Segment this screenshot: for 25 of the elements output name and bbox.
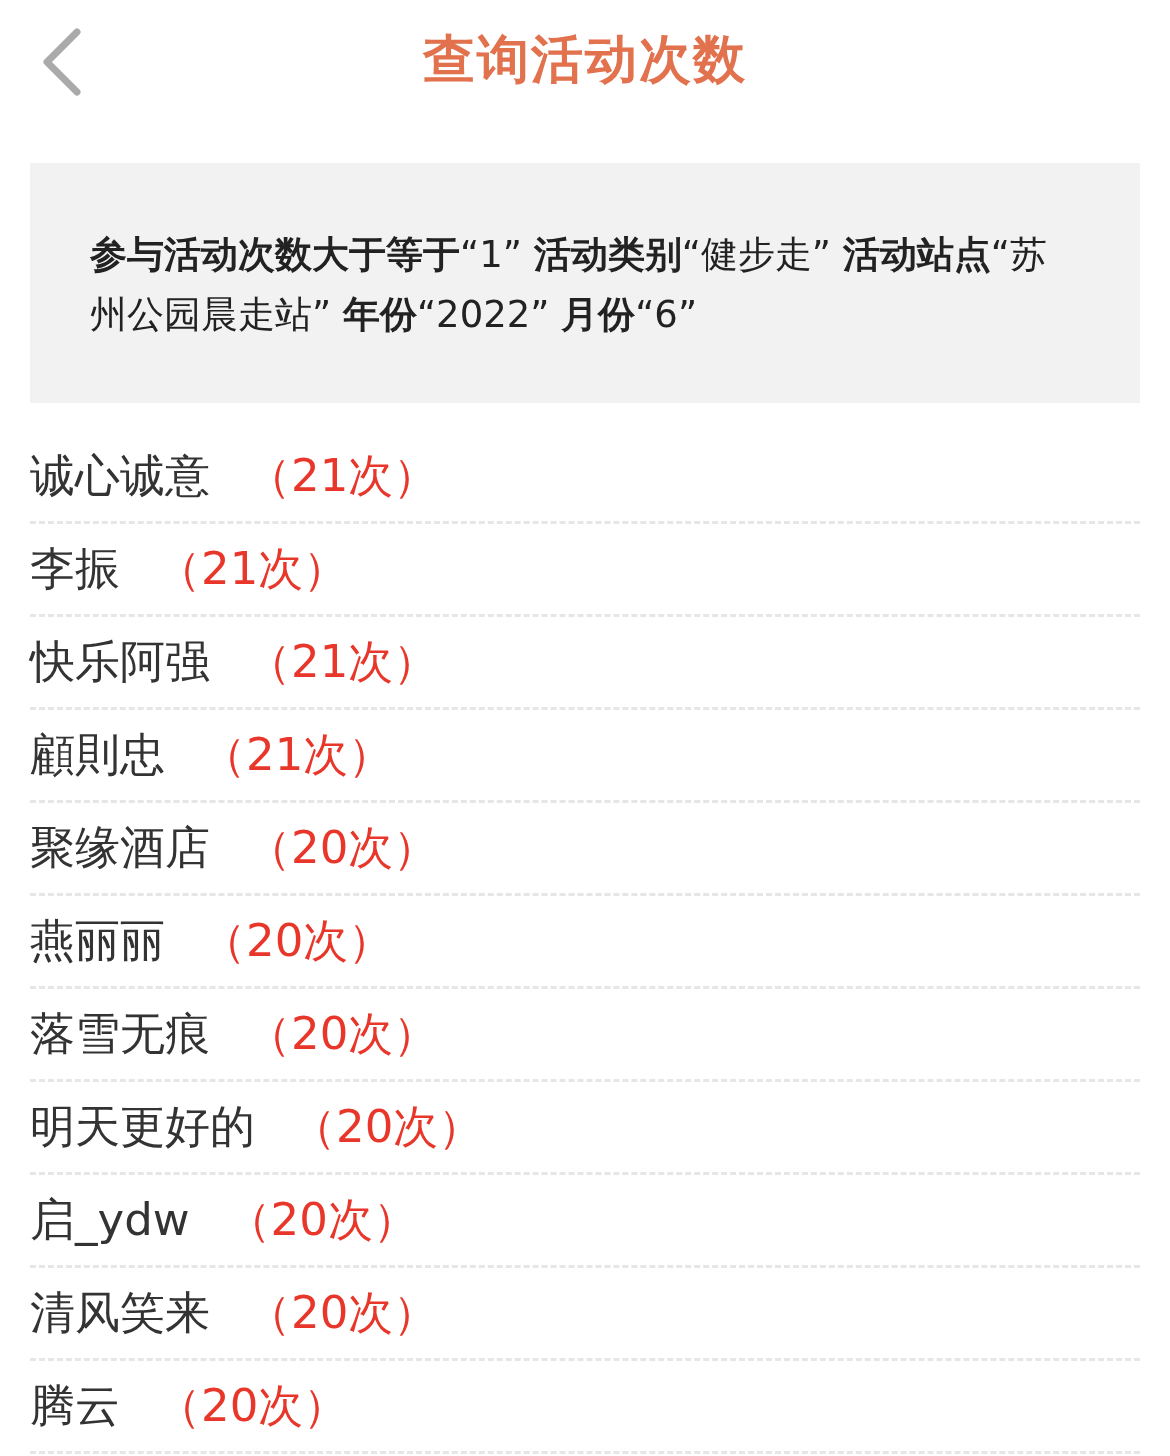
member-name: 快乐阿强	[30, 634, 210, 690]
member-name: 燕丽丽	[30, 913, 165, 969]
page-title: 查询活动次数	[423, 28, 747, 91]
member-name: 明天更好的	[30, 1099, 255, 1155]
member-name: 顧則忠	[30, 727, 165, 783]
member-name: 聚缘酒店	[30, 820, 210, 876]
activity-count: （20次）	[156, 1378, 349, 1434]
activity-count: （21次）	[246, 448, 439, 504]
member-name: 启_ydw	[30, 1192, 190, 1248]
member-name: 腾云	[30, 1378, 120, 1434]
member-name: 李振	[30, 541, 120, 597]
activity-count: （20次）	[246, 1285, 439, 1341]
member-name: 诚心诚意	[30, 448, 210, 504]
activity-count: （21次）	[201, 727, 394, 783]
activity-count: （20次）	[225, 1192, 418, 1248]
member-name: 清风笑来	[30, 1285, 210, 1341]
filter-summary-text: 参与活动次数大于等于“1” 活动类别“健步走” 活动站点“苏州公园晨走站” 年份“2022” 月份“6”	[90, 232, 1048, 338]
activity-count: （20次）	[246, 1006, 439, 1062]
back-icon	[41, 28, 81, 96]
activity-count: （21次）	[246, 634, 439, 690]
activity-count: （20次）	[201, 913, 394, 969]
activity-count: （20次）	[291, 1099, 484, 1155]
activity-count: （21次）	[156, 541, 349, 597]
member-name: 落雪无痕	[30, 1006, 210, 1062]
activity-count: （20次）	[246, 820, 439, 876]
